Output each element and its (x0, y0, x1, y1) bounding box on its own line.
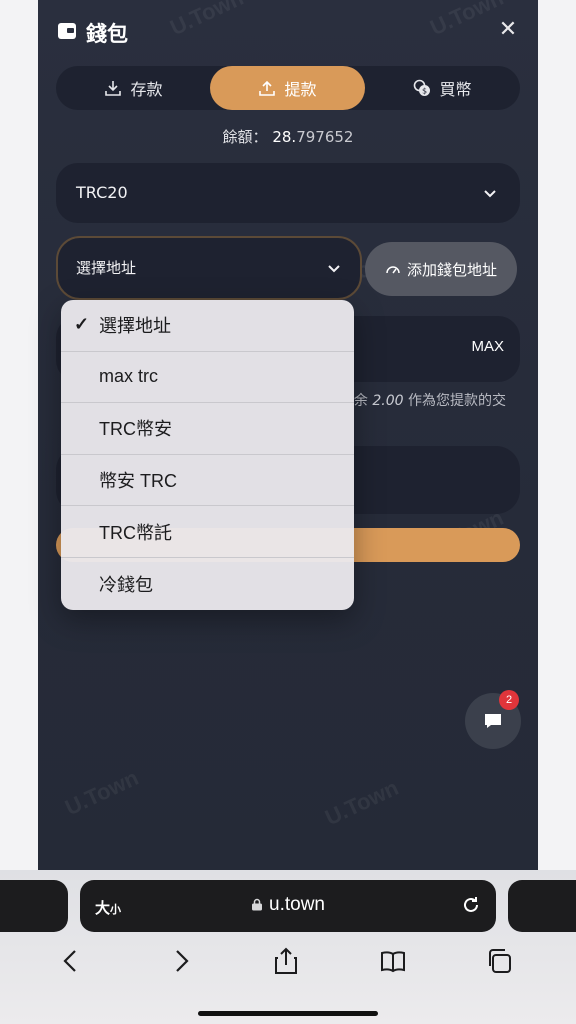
svg-text:$: $ (422, 87, 427, 96)
chevron-down-icon (328, 265, 340, 273)
balance-value-decimals: 797652 (296, 128, 354, 146)
download-icon (104, 79, 122, 97)
add-wallet-address-button[interactable]: 添加錢包地址 (365, 242, 517, 296)
wallet-icon (58, 23, 76, 39)
next-tab-preview[interactable] (508, 880, 576, 932)
share-icon[interactable] (271, 946, 301, 976)
network-value: TRC20 (76, 183, 128, 202)
url-display: u.town (80, 894, 496, 916)
tabs-overview-icon[interactable] (484, 946, 514, 976)
option-label: 冷錢包 (99, 574, 153, 595)
fee-value: 2.00 (372, 393, 404, 409)
address-placeholder: 選擇地址 (76, 259, 137, 277)
option-label: TRC幣安 (99, 419, 172, 440)
max-button[interactable]: MAX (471, 338, 504, 355)
checkmark-icon: ✓ (74, 314, 90, 334)
close-button[interactable]: ✕ (496, 18, 520, 42)
tab-label: 買幣 (439, 80, 472, 99)
chat-badge: 2 (499, 690, 519, 710)
dropdown-option[interactable]: max trc (61, 352, 354, 404)
header: 錢包 ✕ (38, 0, 538, 64)
lock-icon (252, 898, 262, 911)
watermark: U.Town (61, 764, 143, 821)
wallet-tabs: 存款 提款 $ 買幣 (56, 66, 520, 110)
balance-value-main: 28. (272, 128, 297, 146)
balance-label: 餘額： (222, 128, 268, 146)
address-bar[interactable]: 大小 u.town (80, 880, 496, 932)
chat-bubble-icon (485, 714, 501, 728)
reload-icon[interactable] (460, 894, 482, 916)
address-select[interactable]: 選擇地址 (56, 236, 362, 300)
upload-icon (258, 79, 276, 97)
bookmarks-icon[interactable] (378, 946, 408, 976)
add-address-icon (386, 266, 400, 274)
url-text: u.town (269, 894, 325, 915)
back-icon[interactable] (56, 946, 86, 976)
option-label: 幣安 TRC (99, 471, 177, 492)
option-label: 選擇地址 (99, 316, 171, 337)
address-dropdown: ✓ 選擇地址 max trc TRC幣安 幣安 TRC TRC幣託 冷錢包 (61, 300, 354, 610)
tab-label: 存款 (130, 80, 163, 99)
forward-icon[interactable] (166, 946, 196, 976)
tab-label: 提款 (284, 80, 317, 99)
network-select[interactable]: TRC20 (56, 163, 520, 223)
fee-note-prefix: 余 (353, 393, 368, 409)
dropdown-option[interactable]: TRC幣託 (61, 506, 354, 558)
watermark: U.Town (321, 774, 403, 831)
dropdown-option[interactable]: 冷錢包 (61, 558, 354, 610)
home-indicator (198, 1011, 378, 1016)
page-title: 錢包 (86, 22, 128, 46)
dropdown-option[interactable]: 幣安 TRC (61, 455, 354, 507)
tab-deposit[interactable]: 存款 (56, 66, 211, 110)
option-label: max trc (99, 366, 159, 387)
tab-buy-coin[interactable]: $ 買幣 (365, 66, 520, 110)
coin-exchange-icon: $ (413, 79, 431, 97)
option-label: TRC幣託 (99, 522, 172, 543)
previous-tab-preview[interactable] (0, 880, 68, 932)
add-address-label: 添加錢包地址 (406, 260, 497, 279)
tab-withdraw[interactable]: 提款 (210, 66, 365, 110)
fee-note: 余 2.00 作為您提款的交 (354, 390, 506, 410)
balance: 餘額： 28.797652 (38, 126, 538, 147)
chevron-down-icon (484, 190, 496, 198)
dropdown-option[interactable]: ✓ 選擇地址 (61, 300, 354, 352)
dropdown-option[interactable]: TRC幣安 (61, 403, 354, 455)
fee-note-suffix: 作為您提款的交 (408, 393, 506, 409)
